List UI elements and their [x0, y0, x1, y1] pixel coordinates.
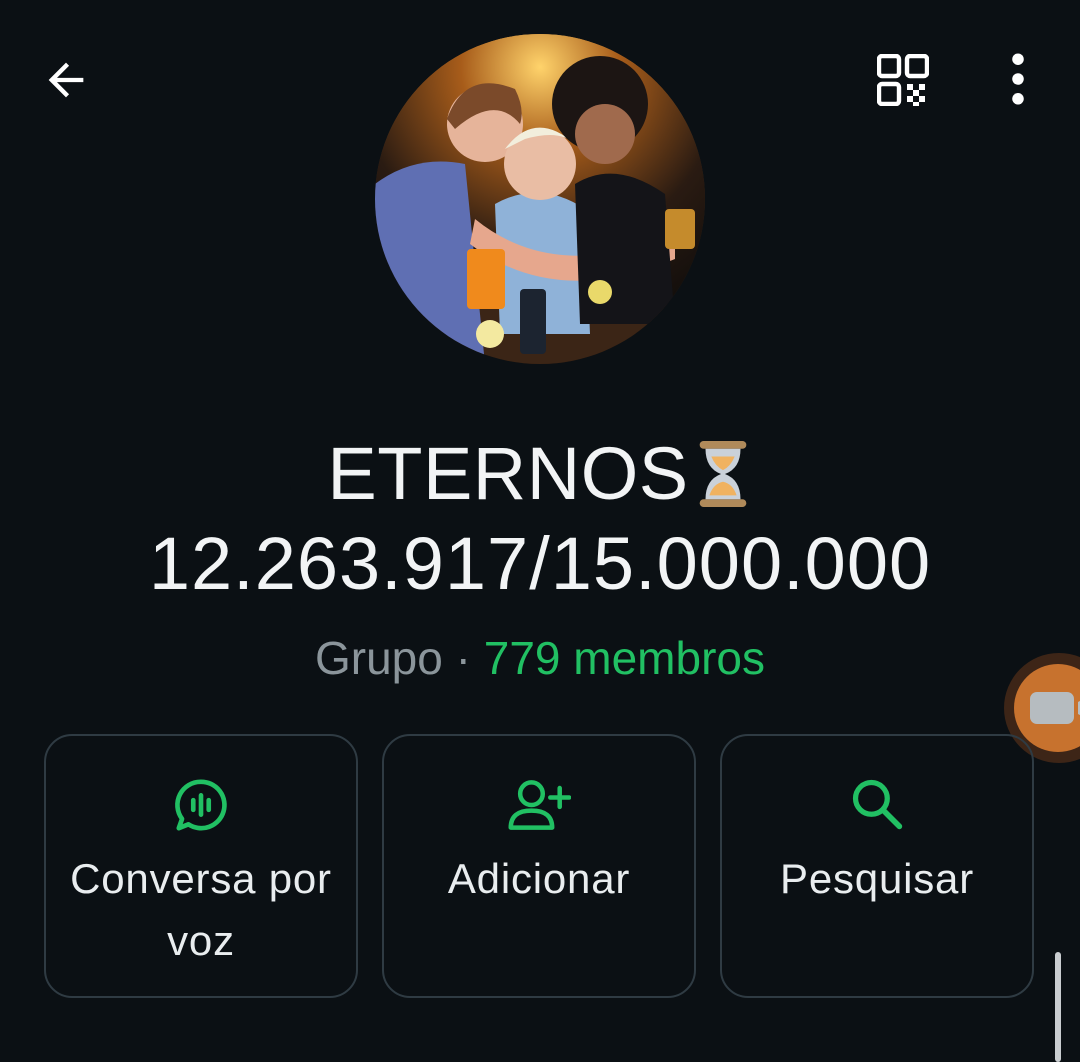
group-title-block: ETERNOS 12.263.917/15.000.000 [0, 430, 1080, 610]
hourglass-icon [699, 440, 746, 508]
group-type-label: Grupo [315, 632, 443, 684]
group-subtitle: Grupo · 779 membros [0, 628, 1080, 688]
voice-chat-button[interactable]: Conversa por voz [44, 734, 358, 998]
add-participant-button[interactable]: Adicionar [382, 734, 696, 998]
add-label: Adicionar [447, 855, 631, 902]
members-link[interactable]: 779 membros [484, 632, 765, 684]
group-name-line: ETERNOS [0, 430, 1080, 518]
arrow-left-icon [48, 62, 84, 98]
voice-chat-label: Conversa por voz [70, 855, 332, 964]
group-name: ETERNOS [327, 432, 689, 515]
scrollbar[interactable] [1055, 952, 1061, 1062]
more-options-button[interactable] [990, 48, 1046, 110]
search-icon-wrap [722, 776, 1032, 836]
more-vertical-icon [1012, 53, 1024, 105]
search-button[interactable]: Pesquisar [720, 734, 1034, 998]
video-call-icon [1030, 692, 1080, 724]
search-label: Pesquisar [780, 855, 974, 902]
add-person-icon [508, 780, 571, 830]
action-buttons: Conversa por voz Adicionar Pesquisar [44, 734, 1036, 998]
group-photo [375, 34, 705, 364]
back-button[interactable] [36, 50, 96, 110]
voice-chat-icon [175, 779, 227, 831]
group-progress-count: 12.263.917/15.000.000 [148, 522, 932, 605]
qr-code-button[interactable] [872, 50, 934, 110]
voice-chat-icon-wrap [46, 776, 356, 836]
add-person-icon-wrap [384, 776, 694, 836]
separator-dot: · [455, 632, 471, 684]
search-icon [852, 779, 903, 830]
group-avatar[interactable] [375, 34, 705, 364]
qr-code-icon [877, 54, 929, 106]
